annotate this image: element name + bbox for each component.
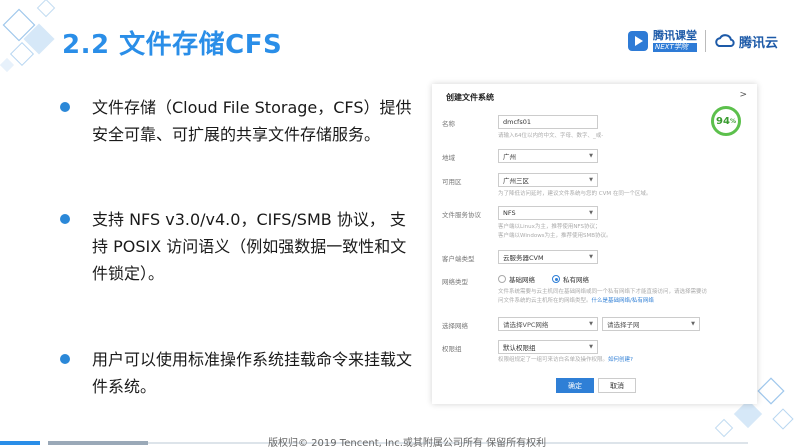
dialog-title: 创建文件系统 — [446, 93, 494, 102]
network-hint-1: 文件系统需要与云主机同在基础网络或同一个私有网络下才能直接访问，请选择需要访 — [498, 289, 708, 295]
copyright-footer: 版权归© 2019 Tencent, Inc.或其附属公司所有 保留所有权利 — [268, 438, 547, 447]
select-network-label: 选择网络 — [442, 322, 468, 330]
chevron-down-icon: ▼ — [589, 254, 593, 260]
client-label: 客户端类型 — [442, 255, 475, 263]
logo2-text: 腾讯云 — [739, 35, 779, 51]
permission-value: 默认权限组 — [503, 344, 536, 352]
zone-select[interactable]: 广州三区 ▼ — [498, 173, 598, 187]
protocol-value: NFS — [503, 209, 516, 217]
bullet-text: 支持 NFS v3.0/v4.0，CIFS/SMB 协议， 支持 POSIX 访… — [92, 210, 407, 283]
logo-divider — [705, 30, 706, 52]
network-hint-2: 问文件系统的云主机所在的网络类型。 — [498, 298, 592, 304]
permission-label: 权限组 — [442, 345, 462, 353]
zone-label: 可用区 — [442, 178, 462, 186]
radio-private-label: 私有网络 — [563, 276, 589, 284]
play-icon — [628, 31, 648, 51]
protocol-select[interactable]: NFS ▼ — [498, 206, 598, 220]
protocol-label: 文件服务协议 — [442, 211, 481, 219]
zone-hint: 为了降低访问延时，建议文件系统与您的 CVM 在同一个区域。 — [498, 191, 652, 197]
protocol-hint-1: 客户端以Linux为主，推荐使用NFS协议； — [498, 224, 601, 230]
name-value: dmcfs01 — [503, 118, 531, 126]
bullet-text: 文件存储（Cloud File Storage，CFS）提供安全可靠、可扩展的共… — [92, 98, 412, 144]
bullet-item: 文件存储（Cloud File Storage，CFS）提供安全可靠、可扩展的共… — [60, 94, 420, 148]
client-value: 云服务器CVM — [503, 254, 544, 262]
badge-value: 94 — [716, 115, 730, 127]
chevron-down-icon: ▼ — [589, 210, 593, 216]
radio-basic-network[interactable]: 基础网络 — [498, 274, 535, 284]
badge-unit: % — [729, 117, 736, 125]
permission-help-link[interactable]: 如何创建? — [608, 357, 633, 363]
permission-hint: 权限组规定了一组可来访白名单及操作权限。 — [498, 357, 609, 363]
bullet-dot — [60, 102, 70, 112]
region-label: 地域 — [442, 154, 455, 162]
name-hint: 请输入64位以内的中文、字母、数字、_或- — [498, 133, 604, 139]
chevron-down-icon: ▼ — [589, 153, 593, 159]
tencent-cloud-logo: 腾讯云 — [714, 32, 778, 51]
protocol-hint-2: 客户端以Windows为主，推荐使用SMB协议。 — [498, 233, 612, 239]
chevron-down-icon: ▼ — [589, 177, 593, 183]
chevron-down-icon: ▼ — [589, 321, 593, 327]
confirm-button[interactable]: 确定 — [556, 378, 594, 393]
chevron-down-icon: ▼ — [691, 321, 695, 327]
cloud-icon — [715, 34, 735, 47]
network-help-link[interactable]: 什么是基础网络/私有网络 — [592, 298, 654, 304]
subnet-placeholder: 请选择子网 — [607, 321, 640, 329]
radio-circle-selected — [552, 275, 560, 283]
client-select[interactable]: 云服务器CVM ▼ — [498, 250, 598, 264]
tencent-classroom-logo: 腾讯课堂 NEXT学院 — [627, 30, 697, 52]
name-label: 名称 — [442, 120, 455, 128]
logo1-cn: 腾讯课堂 — [653, 29, 697, 42]
radio-private-network[interactable]: 私有网络 — [552, 274, 589, 284]
create-filesystem-dialog: 创建文件系统 > 94% 名称 dmcfs01 请输入64位以内的中文、字母、数… — [432, 84, 757, 404]
close-icon[interactable]: > — [739, 90, 747, 100]
cancel-button[interactable]: 取消 — [598, 378, 636, 393]
network-hint-2-row: 问文件系统的云主机所在的网络类型。什么是基础网络/私有网络 — [498, 296, 654, 304]
region-select[interactable]: 广州 ▼ — [498, 149, 598, 163]
progress-badge: 94% — [711, 106, 741, 136]
brand-logos: 腾讯课堂 NEXT学院 腾讯云 — [627, 26, 778, 56]
bullet-dot — [60, 354, 70, 364]
logo1-en: NEXT学院 — [653, 43, 697, 52]
zone-value: 广州三区 — [503, 177, 529, 185]
bullet-dot — [60, 214, 70, 224]
bullet-item: 用户可以使用标准操作系统挂载命令来挂载文件系统。 — [60, 346, 420, 400]
name-input[interactable]: dmcfs01 — [498, 115, 598, 129]
vpc-select[interactable]: 请选择VPC网络 ▼ — [498, 317, 598, 331]
bullet-item: 支持 NFS v3.0/v4.0，CIFS/SMB 协议， 支持 POSIX 访… — [60, 206, 420, 287]
radio-basic-label: 基础网络 — [509, 276, 535, 284]
vpc-placeholder: 请选择VPC网络 — [503, 321, 549, 329]
network-type-label: 网络类型 — [442, 278, 468, 286]
bullet-text: 用户可以使用标准操作系统挂载命令来挂载文件系统。 — [92, 350, 413, 396]
radio-circle — [498, 275, 506, 283]
permission-hint-row: 权限组规定了一组可来访白名单及操作权限。如何创建? — [498, 355, 633, 363]
subnet-select[interactable]: 请选择子网 ▼ — [602, 317, 700, 331]
region-value: 广州 — [503, 153, 516, 161]
chevron-down-icon: ▼ — [589, 344, 593, 350]
permission-select[interactable]: 默认权限组 ▼ — [498, 340, 598, 354]
slide-title: 2.2 文件存储CFS — [62, 30, 283, 60]
